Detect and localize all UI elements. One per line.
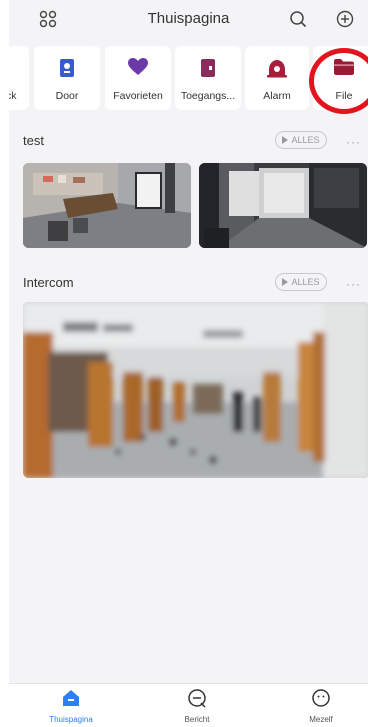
alles-label: ALLES	[291, 277, 320, 287]
play-icon	[282, 278, 289, 286]
tab-mezelf[interactable]: Mezelf	[281, 688, 361, 726]
alles-button[interactable]: ALLES	[275, 273, 327, 291]
quick-item-door[interactable]: Door	[34, 46, 100, 110]
add-circle-icon[interactable]	[334, 8, 356, 30]
section-header-intercom: Intercom ALLES ···	[9, 272, 368, 296]
bottom-tab-bar: Thuispagina Bericht Mezelf	[9, 683, 368, 727]
section-title: test	[23, 133, 44, 148]
quick-item-alarm[interactable]: Alarm	[245, 46, 309, 110]
quick-item-label: Toegangs...	[180, 90, 236, 102]
home-icon	[31, 688, 111, 710]
more-options-icon[interactable]: ···	[346, 277, 361, 291]
alles-label: ALLES	[291, 135, 320, 145]
section-title: Intercom	[23, 275, 74, 290]
section-header-test: test ALLES ···	[9, 130, 368, 154]
camera-thumbnail-2[interactable]	[199, 163, 367, 248]
quick-item-label: ck	[9, 90, 17, 102]
folder-icon	[313, 58, 368, 80]
camera-thumbnail-1[interactable]	[23, 163, 191, 248]
quick-item-file[interactable]: File	[313, 46, 368, 110]
alles-button[interactable]: ALLES	[275, 131, 327, 149]
app-screen: Thuispagina ck	[9, 0, 368, 727]
tab-label: Bericht	[184, 715, 210, 724]
heart-icon	[105, 58, 171, 80]
tab-label: Mezelf	[309, 715, 333, 724]
quick-item-label: Door	[55, 90, 79, 102]
quick-item-favorieten[interactable]: Favorieten	[105, 46, 171, 110]
intercom-camera-view[interactable]	[23, 302, 368, 478]
alarm-icon	[245, 58, 309, 80]
tab-label: Thuispagina	[49, 715, 93, 724]
quick-item-label: Alarm	[263, 90, 291, 102]
search-icon[interactable]	[287, 8, 309, 30]
left-margin	[0, 0, 9, 727]
profile-icon	[281, 688, 361, 710]
header: Thuispagina	[9, 0, 368, 40]
message-icon	[157, 688, 237, 710]
quick-item-label: File	[335, 90, 353, 102]
quick-item-toegangscontrole[interactable]: Toegangs...	[175, 46, 241, 110]
quick-access-row: ck Door Favorieten	[9, 46, 368, 112]
quick-item-lock[interactable]: ck	[9, 46, 29, 110]
right-margin	[368, 0, 374, 727]
access-control-icon	[175, 58, 241, 80]
more-options-icon[interactable]: ···	[346, 135, 361, 149]
tab-bericht[interactable]: Bericht	[157, 688, 237, 726]
tab-thuispagina[interactable]: Thuispagina	[31, 688, 111, 726]
quick-item-label: Favorieten	[113, 90, 163, 102]
door-panel-icon	[34, 58, 100, 80]
play-icon	[282, 136, 289, 144]
page-title: Thuispagina	[147, 10, 230, 27]
